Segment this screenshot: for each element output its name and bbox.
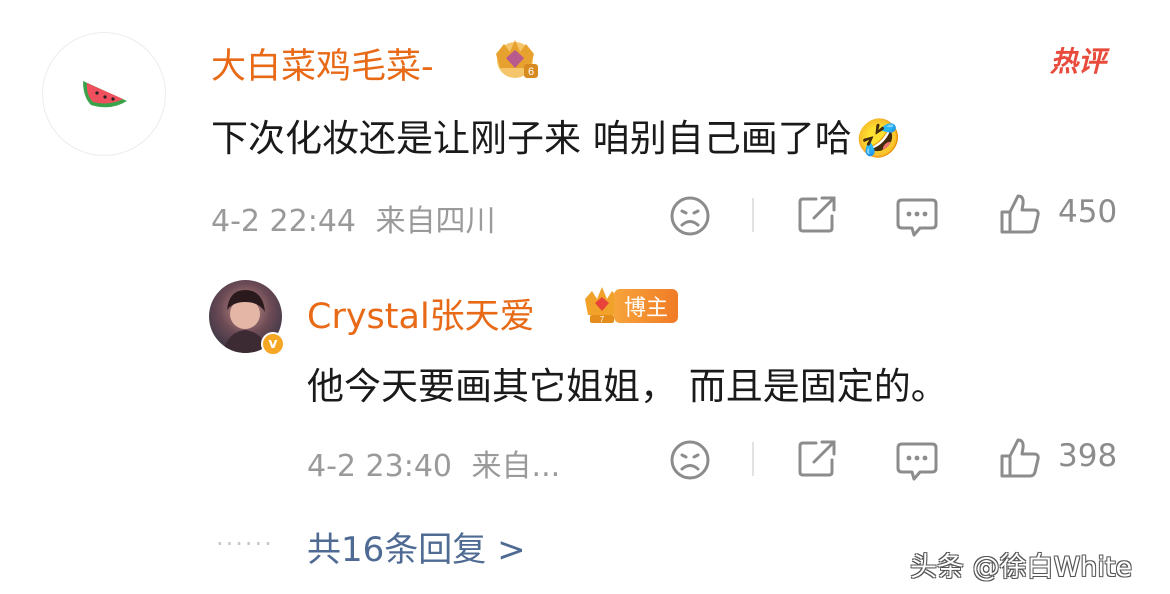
reply-username[interactable]: Crystal张天爱 <box>307 288 535 339</box>
sad-face-icon <box>670 196 710 236</box>
comment-bubble-icon <box>896 442 938 481</box>
thumbs-up-icon <box>1000 438 1040 478</box>
comment-meta: 4-2 22:44 来自四川 <box>211 196 496 240</box>
reply-button[interactable] <box>896 196 938 238</box>
divider <box>752 442 754 476</box>
rofl-emoji-icon: 🤣 <box>855 117 902 160</box>
hot-comment-badge: 热评 <box>1050 45 1107 78</box>
verified-badge-icon: v <box>261 332 285 356</box>
dislike-button[interactable] <box>668 194 712 238</box>
svg-text:6: 6 <box>528 66 534 78</box>
author-badge: 7 博主 <box>582 285 678 325</box>
more-dots: ······ <box>216 530 274 558</box>
share-icon <box>798 440 836 477</box>
watermark: 头条 @徐白White <box>910 552 1133 583</box>
fan-level-crown-icon: 6 <box>488 34 542 82</box>
thumbs-up-icon <box>1000 194 1040 234</box>
sad-face-icon <box>670 440 710 480</box>
reply-timestamp: 4-2 23:40 <box>307 449 452 484</box>
comment-text: 下次化妆还是让刚子来 咱别自己画了哈 🤣 <box>211 108 902 162</box>
watermelon-icon <box>83 81 127 108</box>
avatar[interactable] <box>42 32 166 156</box>
reply-share-button[interactable] <box>796 438 838 480</box>
share-button[interactable] <box>796 194 838 236</box>
comment-bubble-icon <box>896 198 938 237</box>
comment-location: 来自四川 <box>375 204 496 239</box>
reply-dislike-button[interactable] <box>668 438 712 482</box>
blogger-badge-label: 博主 <box>614 289 678 323</box>
svg-text:7: 7 <box>600 315 605 324</box>
divider <box>752 198 754 232</box>
reply-like-count: 398 <box>1058 438 1118 474</box>
reply-meta: 4-2 23:40 来自... <box>307 441 560 485</box>
reply-location: 来自... <box>471 449 561 484</box>
share-icon <box>798 196 836 233</box>
reply-comment-button[interactable] <box>896 440 938 482</box>
reply-like-button[interactable]: 398 <box>998 436 1128 482</box>
reply-text: 他今天要画其它姐姐， 而且是固定的。 <box>307 365 948 408</box>
reply-avatar[interactable]: v <box>209 280 285 356</box>
like-button[interactable]: 450 <box>998 192 1128 238</box>
view-more-replies-link[interactable]: 共16条回复 > <box>307 522 526 571</box>
comment-body: 下次化妆还是让刚子来 咱别自己画了哈 <box>211 117 852 160</box>
like-count: 450 <box>1058 194 1118 230</box>
comment-timestamp: 4-2 22:44 <box>211 204 356 239</box>
comment-username[interactable]: 大白菜鸡毛菜- <box>211 38 434 89</box>
